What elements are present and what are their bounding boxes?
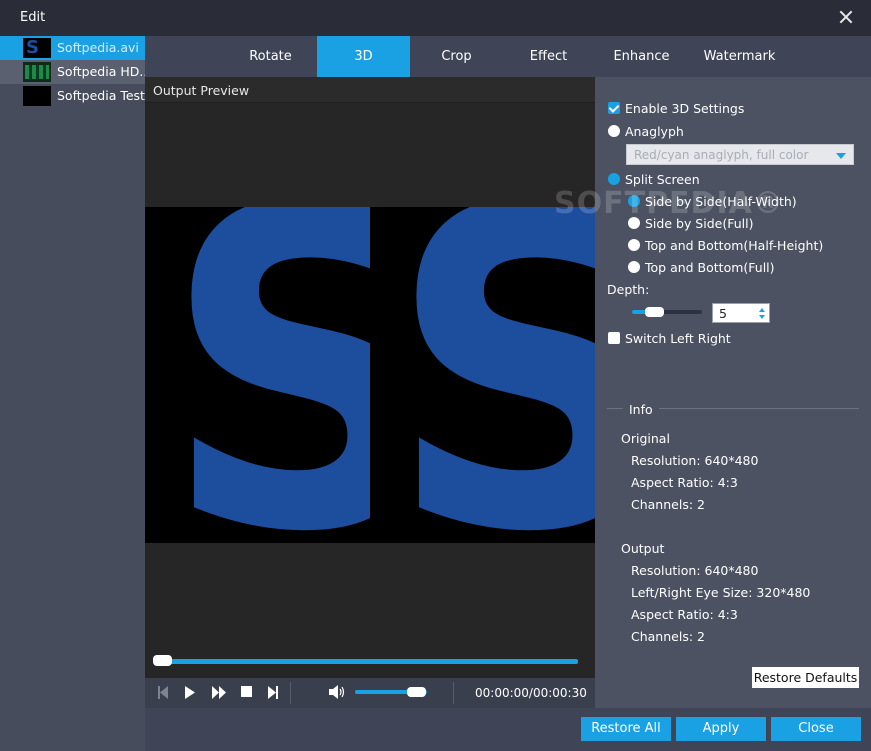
top-bottom-full-radio[interactable] (628, 261, 640, 273)
split-option-label: Top and Bottom(Half-Height) (645, 238, 824, 253)
file-list: S Softpedia.avi Softpedia HD.... Softped… (0, 36, 145, 751)
seek-handle[interactable] (153, 655, 172, 666)
volume-icon[interactable] (329, 685, 345, 699)
frame-logo-right: S (388, 207, 595, 543)
enable-3d-checkbox[interactable] (608, 102, 620, 114)
fast-forward-icon[interactable] (212, 686, 226, 699)
video-frame: S S (145, 207, 595, 543)
anaglyph-select[interactable]: Red/cyan anaglyph, full color (626, 144, 854, 165)
apply-button[interactable]: Apply (676, 717, 766, 741)
3d-settings-panel: Enable 3D Settings Anaglyph Red/cyan ana… (595, 77, 871, 708)
seek-bar[interactable] (155, 659, 578, 664)
depth-value: 5 (719, 306, 727, 321)
info-title: Info (623, 402, 659, 417)
split-option-label: Side by Side(Full) (645, 216, 754, 231)
restore-defaults-button[interactable]: Restore Defaults (752, 667, 859, 688)
title-bar: Edit (0, 0, 871, 36)
output-channels: Channels: 2 (631, 629, 705, 644)
file-name: Softpedia Test... (57, 88, 145, 103)
chevron-up-icon[interactable] (759, 308, 765, 312)
frame-logo-left: S (163, 207, 370, 543)
original-resolution: Resolution: 640*480 (631, 453, 759, 468)
tab-3d[interactable]: 3D (317, 36, 410, 77)
split-option-label: Side by Side(Half-Width) (645, 194, 797, 209)
right-eye-view: S (370, 207, 595, 543)
play-icon[interactable] (185, 686, 195, 699)
file-thumbnail (23, 62, 51, 82)
original-aspect-ratio: Aspect Ratio: 4:3 (631, 475, 738, 490)
tab-enhance[interactable]: Enhance (595, 36, 688, 77)
chevron-down-icon[interactable] (759, 315, 765, 319)
file-name: Softpedia HD.... (57, 64, 145, 79)
file-item[interactable]: S Softpedia.avi (0, 36, 145, 60)
left-eye-view: S (145, 207, 370, 543)
file-item[interactable]: Softpedia HD.... (0, 60, 145, 84)
skip-back-icon[interactable] (158, 686, 168, 699)
original-channels: Channels: 2 (631, 497, 705, 512)
output-resolution: Resolution: 640*480 (631, 563, 759, 578)
depth-stepper[interactable]: 5 (712, 303, 770, 323)
enable-3d-label: Enable 3D Settings (625, 101, 745, 116)
output-eye-size: Left/Right Eye Size: 320*480 (631, 585, 811, 600)
tab-effect[interactable]: Effect (502, 36, 595, 77)
side-by-side-full-radio[interactable] (628, 217, 640, 229)
file-thumbnail (23, 86, 51, 106)
output-preview-panel: Output Preview S S (145, 77, 595, 708)
edit-tabs: Rotate 3D Crop Effect Enhance Watermark (145, 36, 871, 77)
chevron-down-icon (836, 153, 846, 159)
original-title: Original (621, 431, 670, 446)
split-screen-radio[interactable] (608, 173, 620, 185)
anaglyph-select-value: Red/cyan anaglyph, full color (634, 148, 809, 162)
restore-all-button[interactable]: Restore All (581, 717, 671, 741)
playback-controls: 00:00:00/00:00:30 (145, 678, 595, 708)
tab-watermark[interactable]: Watermark (693, 36, 786, 77)
side-by-side-half-radio[interactable] (628, 195, 640, 207)
switch-left-right-checkbox[interactable] (608, 332, 620, 344)
output-title: Output (621, 541, 665, 556)
switch-left-right-label: Switch Left Right (625, 331, 731, 346)
close-button[interactable]: Close (771, 717, 861, 741)
depth-label: Depth: (607, 282, 650, 297)
top-bottom-half-radio[interactable] (628, 239, 640, 251)
depth-slider-handle[interactable] (645, 307, 664, 317)
divider (453, 682, 454, 704)
anaglyph-radio[interactable] (608, 125, 620, 137)
tab-crop[interactable]: Crop (410, 36, 503, 77)
volume-handle[interactable] (407, 687, 426, 697)
file-item[interactable]: Softpedia Test... (0, 84, 145, 108)
timecode: 00:00:00/00:00:30 (475, 686, 587, 700)
stop-icon[interactable] (241, 686, 252, 697)
window-title: Edit (20, 10, 46, 25)
file-name: Softpedia.avi (57, 40, 139, 55)
split-option-label: Top and Bottom(Full) (645, 260, 775, 275)
file-thumbnail: S (23, 38, 51, 58)
preview-header: Output Preview (145, 77, 595, 103)
anaglyph-label: Anaglyph (625, 124, 684, 139)
bottom-action-bar: Restore All Apply Close (145, 708, 871, 751)
tab-rotate[interactable]: Rotate (224, 36, 317, 77)
preview-label: Output Preview (153, 83, 250, 98)
divider (290, 682, 291, 704)
output-aspect-ratio: Aspect Ratio: 4:3 (631, 607, 738, 622)
close-window-icon[interactable] (835, 6, 857, 28)
skip-forward-icon[interactable] (268, 686, 278, 699)
split-screen-label: Split Screen (625, 172, 700, 187)
